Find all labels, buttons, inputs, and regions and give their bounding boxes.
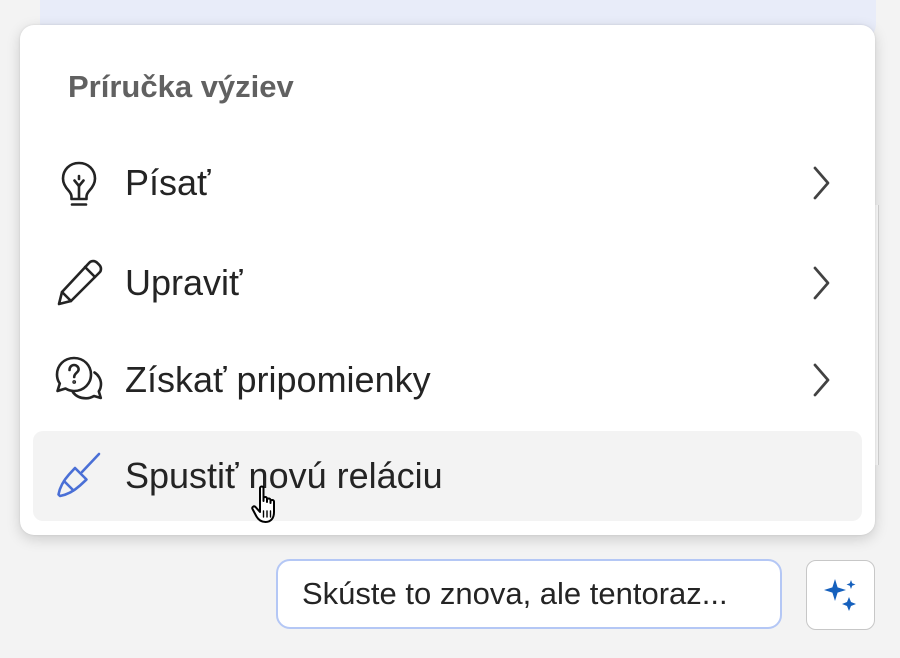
menu-item-get-feedback[interactable]: Získať pripomienky — [33, 335, 862, 425]
chat-question-icon — [51, 352, 107, 408]
menu-item-edit[interactable]: Upraviť — [33, 238, 862, 328]
menu-item-new-session[interactable]: Spustiť novú reláciu — [33, 431, 862, 521]
prompt-guide-button[interactable] — [806, 560, 875, 630]
chevron-right-icon — [806, 263, 836, 303]
menu-heading: Príručka výziev — [68, 69, 294, 104]
menu-item-label: Upraviť — [125, 262, 243, 303]
lightbulb-icon — [51, 155, 107, 211]
menu-item-label: Získať pripomienky — [125, 359, 431, 400]
menu-item-write[interactable]: Písať — [33, 138, 862, 228]
suggestion-chip-label: Skúste to znova, ale tentoraz... — [302, 576, 728, 611]
chevron-right-icon — [806, 163, 836, 203]
hand-pointer-cursor-icon — [250, 484, 284, 526]
broom-icon — [51, 448, 107, 504]
sparkle-icon — [824, 579, 856, 611]
pencil-icon — [51, 255, 107, 311]
menu-item-label: Písať — [125, 162, 211, 203]
prompt-guide-menu: Príručka výziev Písať Upraviť Získať pri… — [20, 25, 875, 535]
chevron-right-icon — [806, 360, 836, 400]
suggestion-chip-retry[interactable]: Skúste to znova, ale tentoraz... — [276, 559, 782, 629]
